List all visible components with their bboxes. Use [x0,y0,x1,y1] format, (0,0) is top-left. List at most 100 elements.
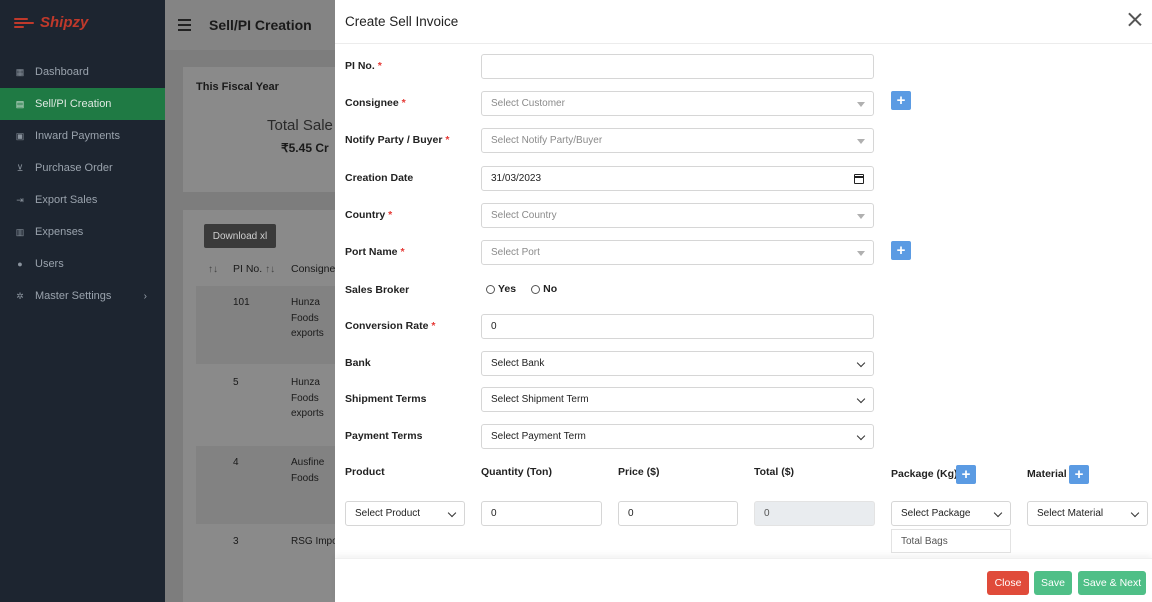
expenses-icon: ▥ [15,226,25,237]
caret-down-icon [857,139,865,144]
conversion-rate-input[interactable]: 0 [481,314,874,339]
material-value: Select Material [1037,508,1104,519]
shipment-terms-select[interactable]: Select Shipment Term [481,387,874,412]
sales-broker-label: Sales Broker [345,284,410,296]
money-icon: ▣ [15,130,25,141]
radio-label: Yes [498,283,517,295]
creation-date-value: 31/03/2023 [491,173,542,184]
sidebar-item-master-settings[interactable]: ✲ Master Settings › [0,280,165,312]
calendar-icon[interactable] [854,174,864,184]
pi-no-label: PI No. * [345,60,382,72]
quantity-input[interactable]: 0 [481,501,602,526]
cart-icon: ⊻ [16,162,24,173]
chevron-down-icon [856,358,866,368]
menu-icon[interactable] [178,19,191,34]
table-cell-pi: 3 [233,536,239,547]
table-cell-pi: 101 [233,297,250,308]
radio-label: No [543,283,558,295]
bank-label: Bank [345,357,371,369]
sidebar-item-label: Sell/PI Creation [35,98,112,110]
radio-icon [531,284,541,294]
export-icon: ⇥ [16,194,24,205]
price-input[interactable]: 0 [618,501,738,526]
app-logo[interactable]: Shipzy [14,14,88,31]
sidebar-item-users[interactable]: ● Users [0,248,165,280]
bank-select[interactable]: Select Bank [481,351,874,376]
sort-icon[interactable]: ↑↓ [208,263,218,275]
price-column-header: Price ($) [618,466,660,478]
save-button[interactable]: Save [1034,571,1072,595]
sidebar-item-label: Purchase Order [35,162,113,174]
port-name-label: Port Name * [345,246,405,258]
close-icon[interactable] [1128,12,1142,26]
sidebar-item-label: Inward Payments [35,130,120,142]
notify-party-label: Notify Party / Buyer * [345,134,450,146]
shipment-terms-label: Shipment Terms [345,393,427,405]
sidebar-item-dashboard[interactable]: ▦ Dashboard [0,56,165,88]
table-header-pi-no[interactable]: PI No. ↑↓ [233,263,275,275]
add-material-button[interactable]: + [1069,465,1089,484]
add-port-button[interactable]: + [891,241,911,260]
sidebar-item-label: Master Settings [35,290,112,302]
sidebar-item-purchase-order[interactable]: ⊻ Purchase Order [0,152,165,184]
total-sales-label: Total Sale [267,117,333,134]
package-select[interactable]: Select Package [891,501,1011,526]
total-input: 0 [754,501,875,526]
country-select[interactable]: Select Country [481,203,874,228]
add-customer-button[interactable]: + [891,91,911,110]
table-cell-consignee: RSG Impo [291,536,335,547]
payment-terms-value: Select Payment Term [491,431,586,442]
sidebar-item-label: Export Sales [35,194,98,206]
chevron-down-icon [447,508,457,518]
table-cell-consignee: Hunza Foods exports [291,297,324,339]
pi-no-input[interactable] [481,54,874,79]
package-value: Select Package [901,508,971,519]
consignee-label: Consignee * [345,97,406,109]
sidebar-item-inward-payments[interactable]: ▣ Inward Payments [0,120,165,152]
notify-party-placeholder: Select Notify Party/Buyer [491,135,603,146]
sidebar: Shipzy ▦ Dashboard ▤ Sell/PI Creation ▣ … [0,0,165,602]
sales-broker-yes-radio[interactable]: Yes [486,283,516,295]
notify-party-select[interactable]: Select Notify Party/Buyer [481,128,874,153]
gear-icon: ✲ [16,290,24,301]
create-sell-invoice-modal: Create Sell Invoice PI No. * Consignee *… [335,0,1152,602]
sidebar-item-expenses[interactable]: ▥ Expenses [0,216,165,248]
payment-terms-label: Payment Terms [345,430,423,442]
material-select[interactable]: Select Material [1027,501,1148,526]
product-select[interactable]: Select Product [345,501,465,526]
radio-icon [486,284,495,294]
sidebar-item-sell-pi-creation[interactable]: ▤ Sell/PI Creation [0,88,165,120]
save-next-button[interactable]: Save & Next [1078,571,1146,595]
document-icon: ▤ [15,98,25,109]
sidebar-item-label: Expenses [35,226,84,238]
user-icon: ● [17,259,23,269]
product-value: Select Product [355,508,421,519]
bank-value: Select Bank [491,358,545,369]
app-name: Shipzy [40,14,89,31]
payment-terms-select[interactable]: Select Payment Term [481,424,874,449]
chevron-right-icon: › [143,290,147,302]
table-header-consignee[interactable]: Consignee [291,263,341,275]
material-column-header: Material [1027,468,1067,480]
sales-broker-radio-group: Yes No [486,283,557,295]
port-select[interactable]: Select Port [481,240,874,265]
creation-date-label: Creation Date [345,172,414,184]
sidebar-nav: ▦ Dashboard ▤ Sell/PI Creation ▣ Inward … [0,56,165,312]
sidebar-item-label: Users [35,258,64,270]
package-option-total-bags[interactable]: Total Bags [891,529,1011,553]
table-cell-consignee: Hunza Foods exports [291,377,324,419]
modal-title: Create Sell Invoice [345,14,459,29]
port-placeholder: Select Port [491,247,540,258]
sidebar-item-export-sales[interactable]: ⇥ Export Sales [0,184,165,216]
fiscal-year-label: This Fiscal Year [196,81,279,93]
creation-date-input[interactable]: 31/03/2023 [481,166,874,191]
consignee-select[interactable]: Select Customer [481,91,874,116]
download-xl-button[interactable]: Download xl [204,224,276,248]
table-cell-consignee: Ausfine Foods [291,457,325,484]
country-placeholder: Select Country [491,210,557,221]
close-button[interactable]: Close [987,571,1029,595]
caret-down-icon [857,102,865,107]
table-cell-pi: 5 [233,377,239,388]
sales-broker-no-radio[interactable]: No [531,283,557,295]
add-package-button[interactable]: + [956,465,976,484]
